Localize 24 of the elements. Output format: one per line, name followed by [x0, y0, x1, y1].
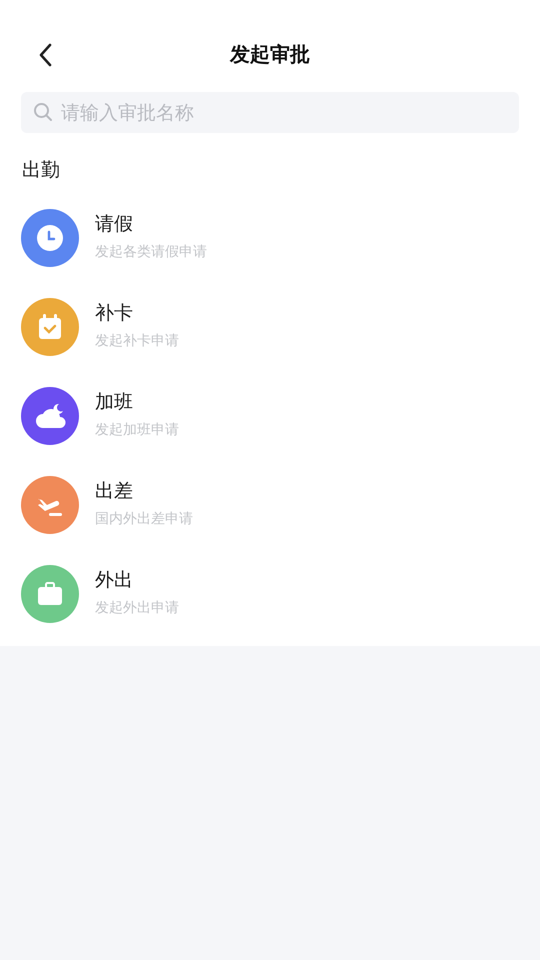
item-subtitle: 发起各类请假申请	[95, 242, 207, 260]
approval-item[interactable]: 请假 发起各类请假申请	[0, 193, 540, 282]
item-subtitle: 发起加班申请	[95, 420, 179, 438]
search-icon	[33, 102, 53, 122]
page-title: 发起审批	[230, 40, 310, 68]
item-subtitle: 发起外出申请	[95, 598, 179, 616]
approval-item[interactable]: 补卡 发起补卡申请	[0, 282, 540, 371]
approval-item[interactable]: 出差 国内外出差申请	[0, 460, 540, 549]
search-field[interactable]: 请输入审批名称	[21, 92, 519, 133]
clock-icon	[36, 224, 64, 252]
approval-item[interactable]: 外出 发起外出申请	[0, 549, 540, 638]
item-subtitle: 发起补卡申请	[95, 332, 179, 350]
item-title: 外出	[95, 568, 134, 592]
approval-item[interactable]: 加班 发起加班申请	[0, 371, 540, 460]
item-title: 出差	[95, 478, 134, 504]
cloud-moon-icon	[34, 402, 66, 430]
item-title: 加班	[95, 390, 134, 414]
calendar-check-icon	[36, 312, 64, 340]
item-subtitle: 国内外出差申请	[95, 510, 193, 528]
item-title: 请假	[95, 212, 134, 236]
back-icon	[38, 43, 52, 67]
item-title: 补卡	[95, 300, 134, 326]
briefcase-icon	[36, 580, 64, 606]
section-title: 出勤	[22, 159, 60, 181]
